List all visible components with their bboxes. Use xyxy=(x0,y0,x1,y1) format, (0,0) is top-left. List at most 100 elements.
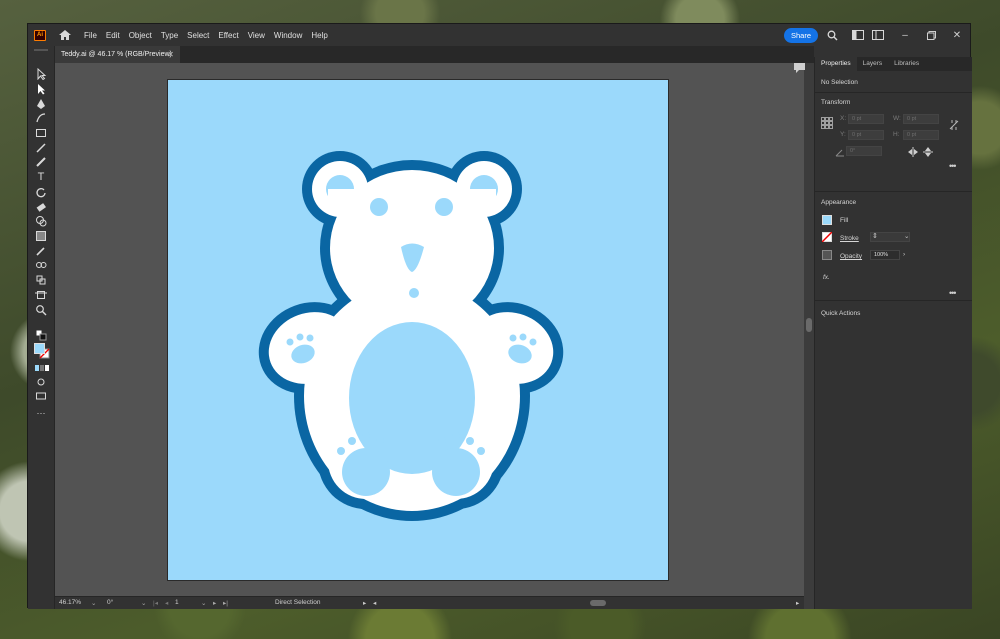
first-artboard-icon[interactable]: |◂ xyxy=(153,599,158,607)
stroke-swatch[interactable] xyxy=(821,231,833,243)
document-tab-bar: Teddy.ai @ 46.17 % (RGB/Preview) ✕ xyxy=(55,46,814,63)
pen-tool-icon[interactable] xyxy=(35,98,47,110)
rotation-value[interactable]: 0° xyxy=(107,599,113,606)
zoom-dropdown-icon[interactable]: ⌄ xyxy=(91,599,96,607)
artboard-dropdown-icon[interactable]: ⌄ xyxy=(201,599,206,607)
opacity-icon[interactable] xyxy=(822,250,832,260)
screen-mode-icon[interactable] xyxy=(35,390,47,402)
horizontal-scroll-thumb[interactable] xyxy=(590,600,606,606)
panel-tabs: Properties Layers Libraries xyxy=(815,57,972,71)
scroll-right-icon[interactable]: ▸ xyxy=(796,599,799,607)
illustrator-window: Ai File Edit Object Type Select Effect V… xyxy=(27,23,972,609)
workspace-icon[interactable] xyxy=(852,29,864,41)
fill-stroke-swatch[interactable] xyxy=(34,343,50,359)
menu-type[interactable]: Type xyxy=(161,31,184,40)
app-logo: Ai xyxy=(34,29,46,41)
panel-layout-icon[interactable] xyxy=(872,29,884,41)
angle-icon xyxy=(835,147,845,157)
h-label: H: xyxy=(893,131,900,138)
tab-layers[interactable]: Layers xyxy=(857,57,889,71)
prev-artboard-icon[interactable]: ◂ xyxy=(165,599,168,607)
artboard[interactable] xyxy=(167,79,669,581)
close-icon[interactable]: ✕ xyxy=(944,24,970,46)
status-menu-arrow-icon[interactable]: ▸ xyxy=(363,599,366,607)
w-field[interactable]: 0 pt xyxy=(903,114,939,124)
gradient-tool-icon[interactable] xyxy=(35,230,47,242)
constrain-proportions-icon[interactable] xyxy=(948,119,960,131)
artboard-number[interactable]: 1 xyxy=(175,599,179,606)
menu-file[interactable]: File xyxy=(84,31,103,40)
selection-tool-icon[interactable] xyxy=(35,67,47,81)
angle-field[interactable]: 0° xyxy=(846,146,882,156)
teddy-bear-artwork[interactable] xyxy=(168,80,668,580)
fill-swatch[interactable] xyxy=(822,215,832,225)
symbol-sprayer-tool-icon[interactable] xyxy=(35,274,47,286)
y-field[interactable]: 0 pt xyxy=(848,130,884,140)
artboard-tool-icon[interactable] xyxy=(35,289,47,301)
tab-properties[interactable]: Properties xyxy=(815,57,857,71)
opacity-field[interactable]: 100% xyxy=(870,250,900,260)
blend-tool-icon[interactable] xyxy=(35,259,47,271)
more-tools-icon[interactable]: ··· xyxy=(35,408,47,420)
default-colors-icon[interactable] xyxy=(35,329,47,341)
h-field[interactable]: 0 pt xyxy=(903,130,939,140)
scroll-left-icon[interactable]: ◂ xyxy=(373,599,376,607)
menu-edit[interactable]: Edit xyxy=(106,31,126,40)
flip-horizontal-icon[interactable] xyxy=(907,147,919,157)
home-icon[interactable] xyxy=(58,29,72,41)
transform-more-icon[interactable]: ••• xyxy=(949,161,957,171)
document-tab[interactable]: Teddy.ai @ 46.17 % (RGB/Preview) ✕ xyxy=(55,46,180,63)
share-button[interactable]: Share xyxy=(783,27,818,43)
zoom-level[interactable]: 46.17% xyxy=(59,599,81,606)
x-field[interactable]: 0 pt xyxy=(848,114,884,124)
direct-selection-tool-icon[interactable] xyxy=(35,83,47,95)
maximize-icon[interactable] xyxy=(918,24,944,46)
type-tool-icon[interactable]: T xyxy=(35,171,47,183)
pencil-tool-icon[interactable] xyxy=(35,156,47,168)
opacity-label[interactable]: Opacity xyxy=(840,253,862,260)
menu-select[interactable]: Select xyxy=(187,31,215,40)
eraser-tool-icon[interactable] xyxy=(35,201,47,213)
rotation-dropdown-icon[interactable]: ⌄ xyxy=(141,599,146,607)
appearance-more-icon[interactable]: ••• xyxy=(949,288,957,298)
divider xyxy=(815,92,972,93)
tab-libraries[interactable]: Libraries xyxy=(888,57,925,71)
shape-builder-tool-icon[interactable] xyxy=(35,215,47,227)
rectangle-tool-icon[interactable] xyxy=(35,127,47,139)
tab-close-icon[interactable]: ✕ xyxy=(167,46,174,63)
color-mode-icon[interactable] xyxy=(35,364,49,376)
menu-window[interactable]: Window xyxy=(274,31,308,40)
stroke-label[interactable]: Stroke xyxy=(840,235,859,242)
stroke-stepper-icon[interactable]: ⇕ xyxy=(872,232,878,240)
canvas-area[interactable] xyxy=(55,63,804,596)
vertical-scroll-thumb[interactable] xyxy=(806,318,812,332)
next-artboard-icon[interactable]: ▸ xyxy=(213,599,216,607)
toolbar-grip[interactable] xyxy=(34,49,48,51)
menu-view[interactable]: View xyxy=(248,31,271,40)
search-icon[interactable] xyxy=(826,29,838,41)
menu-help[interactable]: Help xyxy=(311,31,333,40)
menu-right-controls: Share – ✕ xyxy=(783,24,970,46)
minimize-icon[interactable]: – xyxy=(892,24,918,46)
paintbrush-tool-icon[interactable] xyxy=(35,142,47,154)
properties-panel: Properties Layers Libraries No Selection… xyxy=(815,57,972,609)
zoom-tool-icon[interactable] xyxy=(35,304,47,316)
fx-icon[interactable]: fx. xyxy=(823,274,830,281)
eyedropper-tool-icon[interactable] xyxy=(35,245,47,257)
stroke-dropdown-icon[interactable]: ⌄ xyxy=(904,232,909,240)
comments-icon[interactable] xyxy=(793,62,807,74)
last-artboard-icon[interactable]: ▸| xyxy=(223,599,228,607)
quick-actions-title: Quick Actions xyxy=(821,310,861,317)
vertical-scrollbar[interactable] xyxy=(804,63,814,609)
flip-vertical-icon[interactable] xyxy=(923,146,933,158)
reference-point-icon[interactable] xyxy=(821,117,833,129)
opacity-arrow-icon[interactable]: › xyxy=(903,251,905,258)
divider xyxy=(815,300,972,301)
curvature-tool-icon[interactable] xyxy=(35,112,47,124)
rotate-tool-icon[interactable] xyxy=(35,186,47,198)
menu-items: File Edit Object Type Select Effect View… xyxy=(84,31,337,40)
menu-effect[interactable]: Effect xyxy=(218,31,244,40)
draw-mode-icon[interactable] xyxy=(35,376,47,388)
menu-object[interactable]: Object xyxy=(129,31,158,40)
x-label: X: xyxy=(840,115,847,122)
